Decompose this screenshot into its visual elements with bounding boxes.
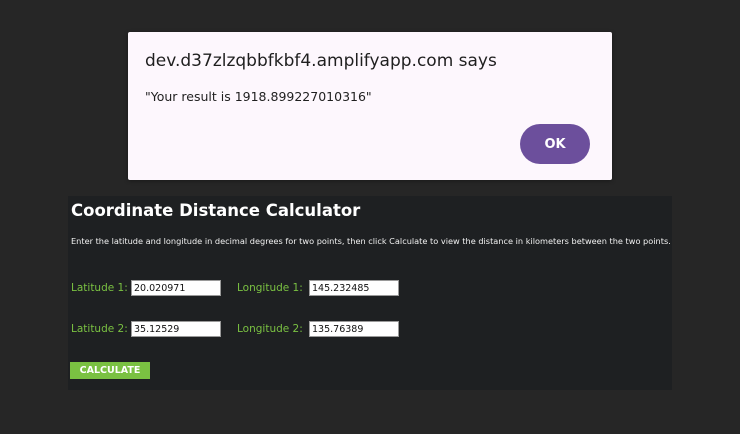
longitude-2-label: Longitude 2: (237, 323, 303, 335)
page: dev.d37zlzqbbfkbf4.amplifyapp.com says "… (0, 0, 740, 434)
longitude-1-label: Longitude 1: (237, 282, 303, 294)
latitude-2-label: Latitude 2: (71, 323, 128, 335)
ok-button[interactable]: OK (520, 124, 590, 164)
instructions-text: Enter the latitude and longitude in deci… (71, 236, 671, 246)
page-title: Coordinate Distance Calculator (71, 201, 361, 220)
latitude-1-input[interactable] (131, 280, 221, 296)
longitude-1-input[interactable] (309, 280, 399, 296)
alert-dialog: dev.d37zlzqbbfkbf4.amplifyapp.com says "… (128, 32, 612, 180)
latitude-1-label: Latitude 1: (71, 282, 128, 294)
alert-message: "Your result is 1918.899227010316" (145, 89, 372, 104)
longitude-2-input[interactable] (309, 321, 399, 337)
calculate-button[interactable]: CALCULATE (70, 362, 150, 379)
alert-origin-text: dev.d37zlzqbbfkbf4.amplifyapp.com says (145, 51, 497, 71)
latitude-2-input[interactable] (131, 321, 221, 337)
calculator-panel: Coordinate Distance Calculator Enter the… (68, 196, 672, 390)
